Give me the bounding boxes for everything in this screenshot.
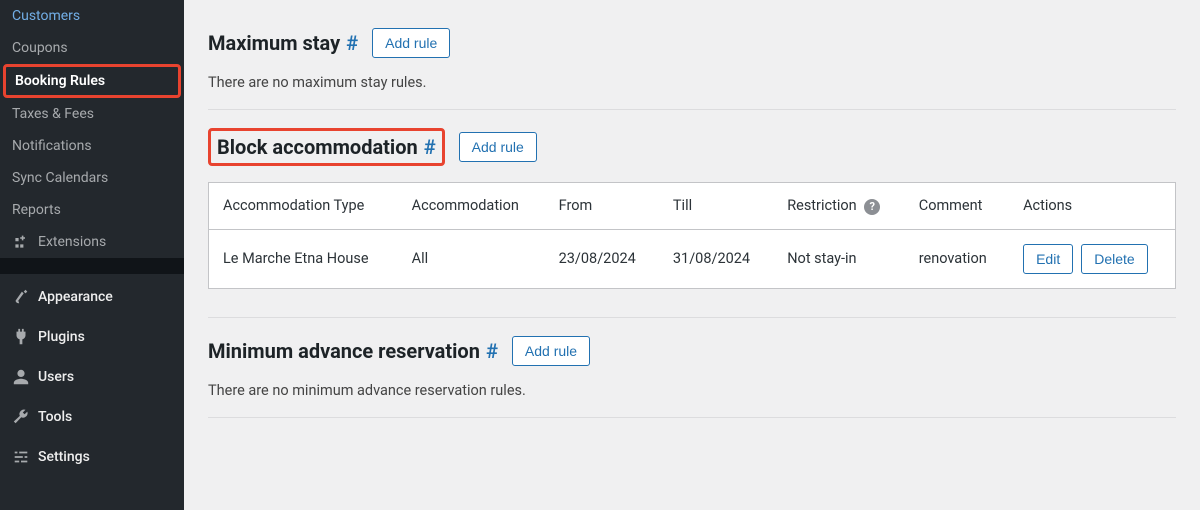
table-header-row: Accommodation Type Accommodation From Ti…	[209, 183, 1176, 230]
brush-icon	[12, 288, 30, 306]
cell-restriction: Not stay-in	[773, 229, 905, 288]
cell-comment: renovation	[905, 229, 1009, 288]
col-accom-type: Accommodation Type	[209, 183, 398, 230]
sidebar-item-label: Users	[38, 369, 74, 385]
sidebar-item-customers[interactable]: Customers	[0, 0, 184, 32]
plug-icon	[12, 328, 30, 346]
anchor-link[interactable]: #	[346, 31, 358, 55]
sidebar-item-label: Plugins	[38, 329, 85, 345]
section-block-accommodation: Block accommodation # Add rule Accommoda…	[208, 110, 1176, 318]
anchor-link[interactable]: #	[486, 339, 498, 363]
sidebar-item-notifications[interactable]: Notifications	[0, 130, 184, 162]
sidebar-item-label: Extensions	[38, 234, 106, 250]
sidebar-item-tools[interactable]: Tools	[0, 394, 184, 434]
section-title-text: Maximum stay	[208, 31, 340, 55]
cell-accom: All	[398, 229, 545, 288]
section-title-text: Minimum advance reservation	[208, 339, 480, 363]
sidebar-divider	[0, 258, 184, 274]
sidebar-item-coupons[interactable]: Coupons	[0, 32, 184, 64]
sidebar-item-appearance[interactable]: Appearance	[0, 274, 184, 314]
empty-state-text: There are no maximum stay rules.	[208, 74, 1176, 91]
sidebar-item-reports[interactable]: Reports	[0, 194, 184, 226]
sidebar-item-label: Taxes & Fees	[12, 106, 94, 122]
section-title-min-advance: Minimum advance reservation #	[208, 339, 498, 363]
sidebar-item-label: Tools	[38, 409, 72, 425]
col-restriction-label: Restriction	[787, 197, 856, 214]
col-comment: Comment	[905, 183, 1009, 230]
section-title-text: Block accommodation	[217, 135, 418, 159]
section-max-stay: Maximum stay # Add rule There are no max…	[208, 10, 1176, 110]
col-accom: Accommodation	[398, 183, 545, 230]
sidebar-item-label: Reports	[12, 202, 61, 218]
col-actions: Actions	[1009, 183, 1175, 230]
section-title-max-stay: Maximum stay #	[208, 31, 358, 55]
cell-from: 23/08/2024	[545, 229, 659, 288]
section-title-block-accommodation: Block accommodation #	[208, 128, 445, 166]
section-header: Block accommodation # Add rule	[208, 128, 1176, 166]
admin-sidebar: Customers Coupons Booking Rules Taxes & …	[0, 0, 184, 510]
col-restriction: Restriction ?	[773, 183, 905, 230]
sidebar-item-label: Booking Rules	[15, 73, 105, 89]
section-min-advance: Minimum advance reservation # Add rule T…	[208, 318, 1176, 418]
extensions-icon	[12, 234, 30, 250]
sidebar-item-taxes-fees[interactable]: Taxes & Fees	[0, 98, 184, 130]
sidebar-item-label: Customers	[12, 8, 80, 24]
sidebar-item-users[interactable]: Users	[0, 354, 184, 394]
delete-button[interactable]: Delete	[1081, 244, 1147, 274]
sidebar-item-label: Sync Calendars	[12, 170, 108, 186]
sidebar-item-plugins[interactable]: Plugins	[0, 314, 184, 354]
section-header: Maximum stay # Add rule	[208, 28, 1176, 58]
sidebar-item-label: Appearance	[38, 289, 113, 305]
user-icon	[12, 368, 30, 386]
col-till: Till	[659, 183, 773, 230]
sidebar-item-settings[interactable]: Settings	[0, 434, 184, 474]
anchor-link[interactable]: #	[424, 135, 436, 159]
help-icon[interactable]: ?	[864, 199, 880, 215]
col-from: From	[545, 183, 659, 230]
add-rule-button-max-stay[interactable]: Add rule	[372, 28, 450, 58]
section-header: Minimum advance reservation # Add rule	[208, 336, 1176, 366]
table-row: Le Marche Etna House All 23/08/2024 31/0…	[209, 229, 1176, 288]
add-rule-button-block-accom[interactable]: Add rule	[459, 132, 537, 162]
sidebar-item-booking-rules[interactable]: Booking Rules	[3, 64, 181, 98]
sliders-icon	[12, 448, 30, 466]
sidebar-item-sync-calendars[interactable]: Sync Calendars	[0, 162, 184, 194]
edit-button[interactable]: Edit	[1023, 244, 1073, 274]
cell-till: 31/08/2024	[659, 229, 773, 288]
cell-accom-type: Le Marche Etna House	[209, 229, 398, 288]
empty-state-text: There are no minimum advance reservation…	[208, 382, 1176, 399]
main-content: Maximum stay # Add rule There are no max…	[184, 0, 1200, 510]
wrench-icon	[12, 408, 30, 426]
cell-actions: Edit Delete	[1009, 229, 1175, 288]
block-accommodation-table: Accommodation Type Accommodation From Ti…	[208, 182, 1176, 289]
sidebar-item-extensions[interactable]: Extensions	[0, 226, 184, 258]
sidebar-item-label: Settings	[38, 449, 90, 465]
sidebar-item-label: Notifications	[12, 138, 92, 154]
divider	[208, 417, 1176, 418]
add-rule-button-min-advance[interactable]: Add rule	[512, 336, 590, 366]
sidebar-item-label: Coupons	[12, 40, 68, 56]
